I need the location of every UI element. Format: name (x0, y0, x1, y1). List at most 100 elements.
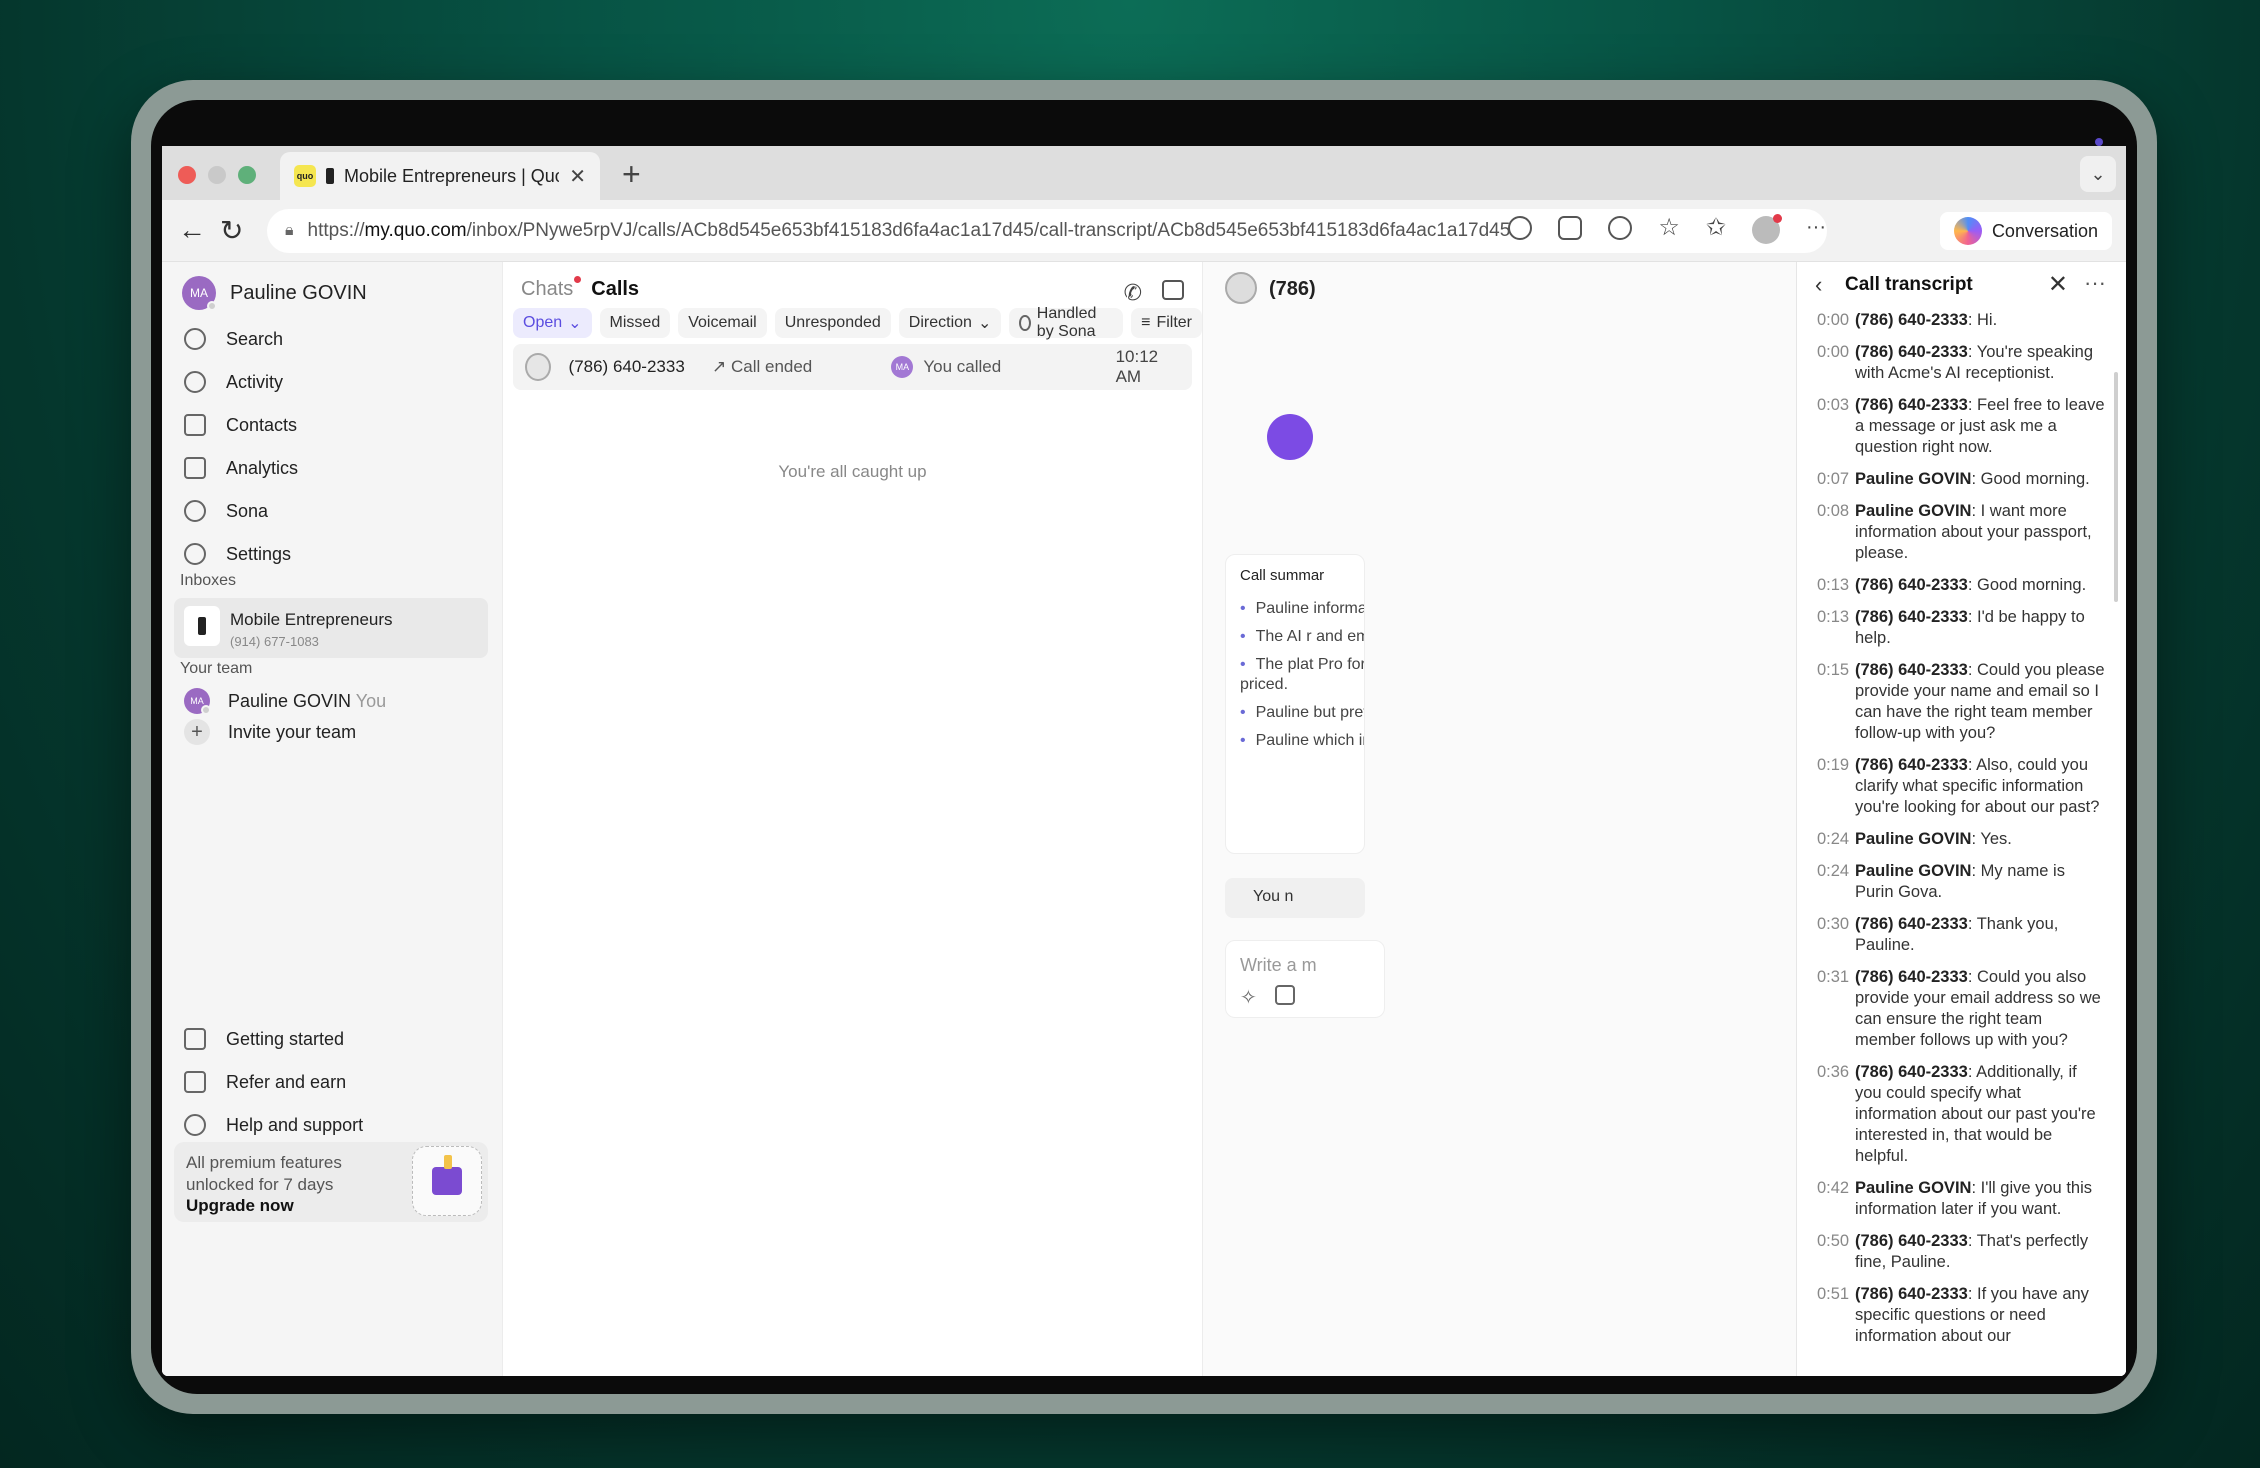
new-tab-button[interactable]: + (622, 156, 641, 193)
sidebar-item-label: Analytics (226, 457, 299, 478)
extension-icon[interactable] (1608, 216, 1633, 240)
sidebar-item-help[interactable]: Help and support (184, 1110, 363, 1140)
list-item: 0:24 Pauline GOVIN: My name is Purin Gova… (1817, 861, 2107, 903)
table-row[interactable]: (786) 640-2333 ↗ Call ended MA You called… (513, 344, 1192, 390)
sparkle-icon[interactable]: ✧ (1240, 985, 1257, 1010)
lock-icon: 🔒︎ (285, 222, 294, 239)
inbox-item[interactable]: Mobile Entrepreneurs (914) 677-1083 (174, 598, 488, 658)
sidebar-item-getting-started[interactable]: Getting started (184, 1024, 363, 1054)
address-bar: ← ↻ 🔒︎ https://my.quo.com/inbox/PNywe5rp… (162, 200, 2126, 262)
sidebar-item-label: Refer and earn (226, 1071, 347, 1092)
team-member[interactable]: MA Pauline GOVIN You (184, 688, 387, 715)
calls-panel: Chats Calls ✆ Open ⌄ Missed Voicemail Unr… (502, 262, 1202, 1376)
close-icon[interactable]: ✕ (2048, 270, 2068, 299)
list-item: 0:24 Pauline GOVIN: Yes. (1817, 829, 2107, 850)
summary-list: Pauline informat The AI r and ema provid… (1240, 599, 1364, 759)
more-icon[interactable]: ··· (1806, 216, 1826, 244)
list-item: 0:07 Pauline GOVIN: Good morning. (1817, 469, 2107, 490)
avatar: MA (182, 276, 217, 311)
transcript-time: 0:24 (1817, 862, 1850, 880)
tab-calls[interactable]: Calls (591, 278, 639, 301)
favorites-icon[interactable]: ✩ (1706, 216, 1726, 244)
scrollbar[interactable] (2114, 372, 2118, 602)
sidebar-item-analytics[interactable]: Analytics (184, 453, 298, 483)
filter-handled-by-sona[interactable]: Handled by Sona (1009, 305, 1124, 340)
transcript-speaker: (786) 640-2333 (1855, 311, 1968, 329)
window-controls (178, 166, 256, 184)
chevron-down-icon[interactable]: ⌄ (2080, 156, 2116, 192)
tab-chats[interactable]: Chats (521, 276, 582, 301)
filter-voicemail[interactable]: Voicemail (678, 308, 767, 338)
transcript-speaker: (786) 640-2333 (1855, 396, 1968, 414)
back-icon[interactable]: ‹ (1815, 272, 1822, 298)
transcript-text: (786) 640-2333: Good morning. (1855, 576, 2087, 594)
minimize-window-button[interactable] (208, 166, 226, 184)
composer-tools: ✧ (1240, 985, 1295, 1010)
transcript-text: (786) 640-2333: That's perfectly fine, P… (1855, 1232, 2089, 1271)
filter-icon: ≡ (1141, 314, 1151, 331)
filter-open[interactable]: Open ⌄ (513, 308, 592, 338)
transcript-text: Pauline GOVIN: I'll give you this inform… (1855, 1179, 2092, 1218)
transcript-speaker: (786) 640-2333 (1855, 968, 1968, 986)
star-icon[interactable]: ☆ (1658, 216, 1680, 244)
url-text: https://my.quo.com/inbox/PNywe5rpVJ/call… (307, 220, 1511, 241)
user-profile[interactable]: MA Pauline GOVIN (182, 276, 367, 311)
phone-call-icon[interactable]: ✆ (1124, 280, 1142, 306)
filter-label: Direction (908, 314, 972, 331)
transcript-speaker: (786) 640-2333 (1855, 343, 1968, 361)
summary-title: Call summar (1240, 567, 1325, 584)
location-icon[interactable] (1508, 216, 1533, 240)
reload-icon[interactable]: ↻ (220, 214, 243, 247)
grid-icon[interactable] (1558, 216, 1583, 240)
sidebar-item-settings[interactable]: Settings (184, 539, 298, 569)
message-icon[interactable] (1162, 280, 1184, 300)
profile-avatar[interactable] (1752, 214, 1783, 244)
invite-team-button[interactable]: + Invite your team (184, 719, 356, 745)
sidebar-item-search[interactable]: Search (184, 324, 298, 354)
message-composer[interactable]: Write a m ✧ (1225, 940, 1385, 1018)
list-item: 0:15 (786) 640-2333: Could you please pro… (1817, 660, 2107, 744)
upgrade-promo: All premium features unlocked for 7 days… (174, 1142, 488, 1222)
browser-window: quo Mobile Entrepreneurs | Quo ✕ + ⌄ ← ↻… (162, 146, 2126, 1376)
tab-bar: quo Mobile Entrepreneurs | Quo ✕ + ⌄ (162, 146, 2126, 200)
you-tag: You (355, 690, 387, 711)
filter-label: Filter (1156, 314, 1192, 331)
inbox-number: (914) 677-1083 (230, 634, 319, 649)
transcript-time: 0:42 (1817, 1179, 1850, 1197)
conversation-button[interactable]: Conversation (1939, 212, 2112, 250)
close-window-button[interactable] (178, 166, 196, 184)
sidebar-item-sona[interactable]: Sona (184, 496, 298, 526)
call-status: ↗ Call ended (712, 357, 891, 377)
device-bezel: quo Mobile Entrepreneurs | Quo ✕ + ⌄ ← ↻… (151, 100, 2137, 1394)
filter-button[interactable]: ≡ Filter (1131, 308, 1202, 338)
browser-tab[interactable]: quo Mobile Entrepreneurs | Quo ✕ (280, 152, 600, 200)
maximize-window-button[interactable] (238, 166, 256, 184)
transcript-time: 0:51 (1817, 1285, 1850, 1303)
filter-unresponded[interactable]: Unresponded (774, 308, 891, 338)
user-name: Pauline GOVIN (230, 281, 367, 304)
upgrade-now-link[interactable]: Upgrade now (186, 1196, 294, 1216)
transcript-text: Pauline GOVIN: I want more information a… (1855, 502, 2092, 562)
transcript-text: (786) 640-2333: You're speaking with Acm… (1855, 343, 2094, 382)
more-icon[interactable]: ··· (2084, 270, 2106, 296)
gift-icon (432, 1155, 462, 1195)
status-dot (207, 301, 217, 311)
close-tab-icon[interactable]: ✕ (569, 164, 586, 189)
panel-actions: ✆ (1124, 280, 1184, 306)
bottom-nav: Getting started Refer and earn Help and … (184, 1024, 363, 1153)
filter-missed[interactable]: Missed (599, 308, 671, 338)
call-number: (786) 640-2333 (568, 357, 685, 376)
sidebar-item-refer[interactable]: Refer and earn (184, 1067, 363, 1097)
quo-app: MA Pauline GOVIN Search Activity Contact… (162, 262, 2126, 1376)
contact-avatar (1225, 272, 1257, 304)
filter-direction[interactable]: Direction ⌄ (898, 308, 1002, 338)
transcript-header: ‹ Call transcript ✕ ··· (1797, 262, 2126, 308)
quo-favicon: quo (294, 165, 316, 187)
chevron-down-icon: ⌄ (977, 315, 992, 332)
slash-command-icon[interactable] (1274, 985, 1295, 1005)
sidebar-item-contacts[interactable]: Contacts (184, 410, 298, 440)
sidebar-item-activity[interactable]: Activity (184, 367, 298, 397)
transcript-text: (786) 640-2333: Additionally, if you cou… (1855, 1063, 2096, 1165)
back-icon[interactable]: ← (178, 214, 206, 246)
camera-dot (2095, 138, 2103, 146)
